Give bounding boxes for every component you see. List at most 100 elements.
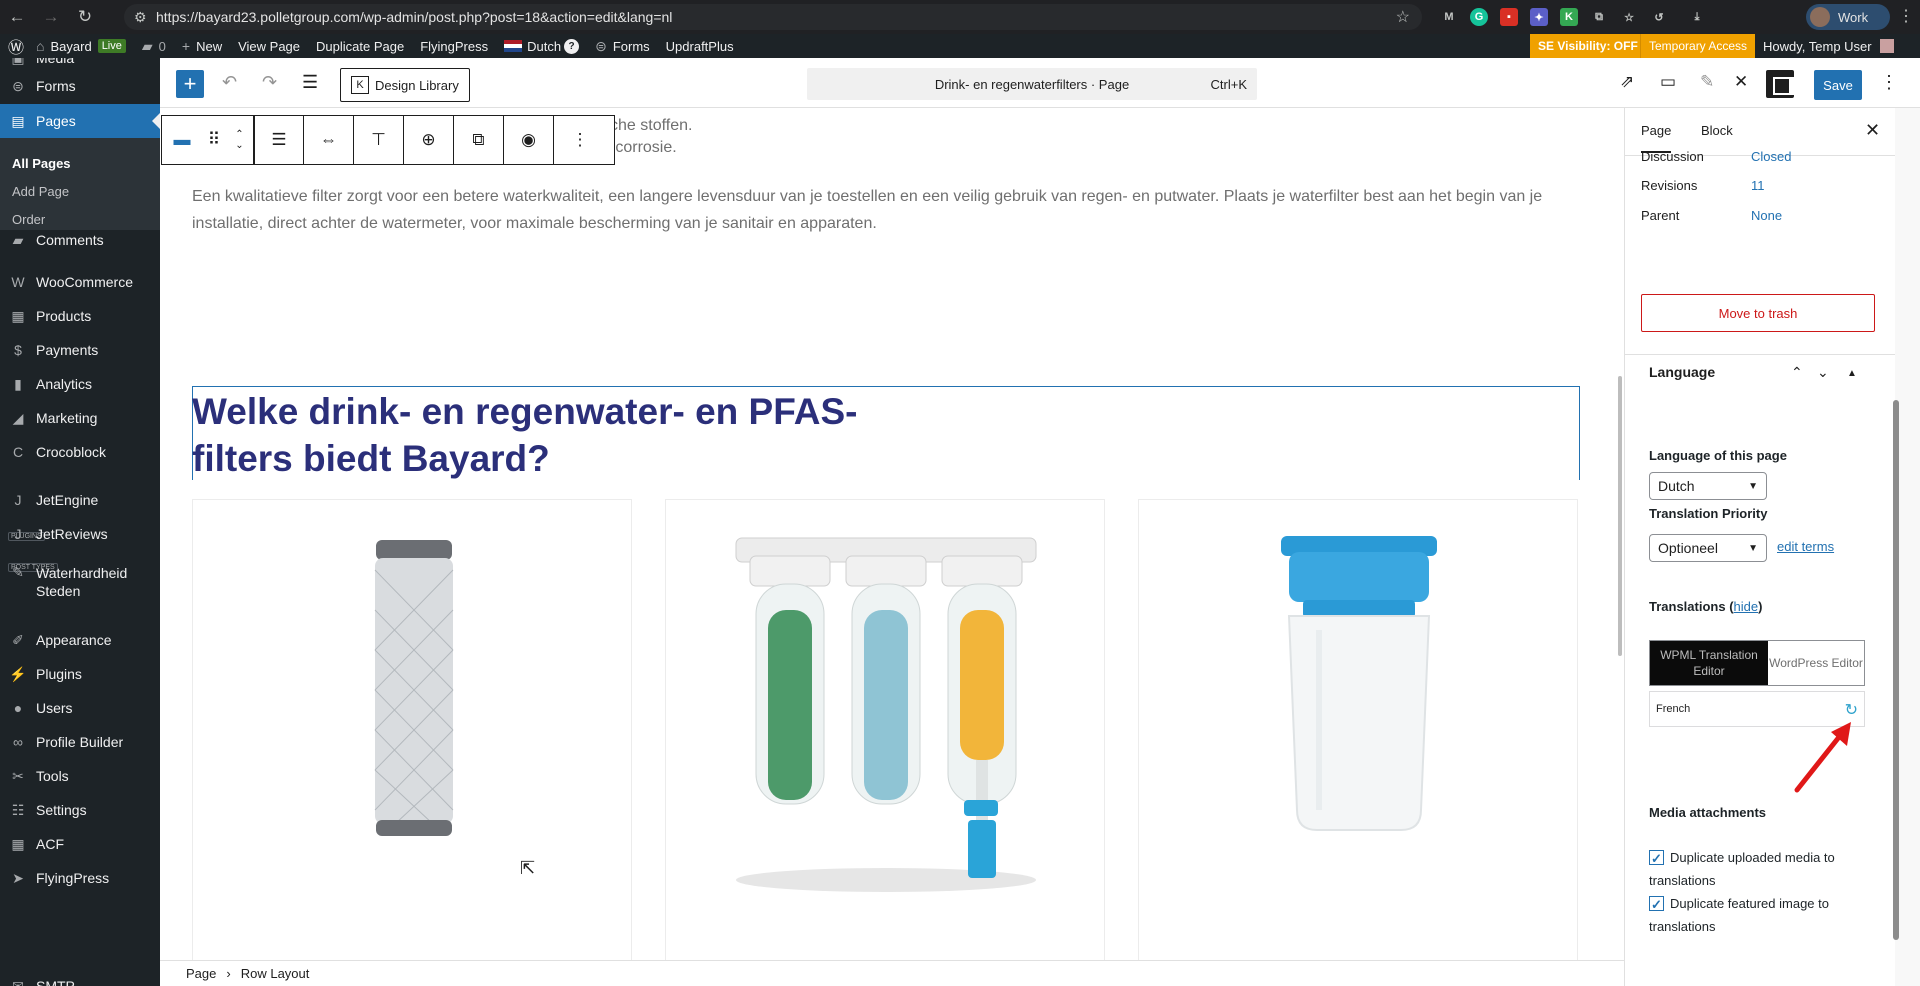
tab-block[interactable]: Block <box>1701 123 1733 138</box>
sidebar-item-payments[interactable]: $ Payments <box>0 336 160 364</box>
language-panel-title[interactable]: Language <box>1649 364 1715 380</box>
user-account-menu[interactable]: Howdy, Temp User <box>1755 34 1894 58</box>
priority-select[interactable]: Optioneel ▼ <box>1649 534 1767 562</box>
align-icon[interactable]: ☰ <box>254 116 304 164</box>
refresh-icon[interactable]: ↻ <box>1845 700 1858 720</box>
profile-button[interactable]: Work <box>1806 4 1890 30</box>
duplicate-media-checkbox[interactable] <box>1649 847 1664 870</box>
extension-red-icon[interactable]: ▪ <box>1500 8 1518 26</box>
duplicate-media-option[interactable]: Duplicate uploaded media to translations <box>1649 846 1879 892</box>
sidebar-item-analytics[interactable]: ▮ Analytics <box>0 370 160 398</box>
star-list-icon[interactable]: ☆ <box>1620 8 1638 26</box>
history-icon[interactable]: ↺ <box>1650 8 1668 26</box>
redo-icon[interactable]: ↷ <box>262 72 277 93</box>
site-info-icon[interactable]: ⚙ <box>134 9 147 26</box>
width-icon[interactable]: ⇔ <box>304 116 354 164</box>
flyingpress-link[interactable]: FlyingPress <box>420 34 488 58</box>
forms-link[interactable]: ⊜ Forms <box>595 34 650 58</box>
comments-link[interactable]: ▰ 0 <box>142 34 166 58</box>
extension-k-icon[interactable]: K <box>1560 8 1578 26</box>
submenu-all-pages[interactable]: All Pages <box>12 156 71 171</box>
sidebar-item-crocoblock[interactable]: C Crocoblock <box>0 438 160 466</box>
submenu-order[interactable]: Order <box>12 212 45 227</box>
temporary-access-link[interactable]: Temporary Access <box>1640 34 1756 58</box>
product-card[interactable] <box>665 499 1105 960</box>
move-down-icon[interactable]: ⌄ <box>1817 364 1829 381</box>
drag-handle-icon[interactable]: ⠿ <box>202 116 226 164</box>
sidebar-item-forms[interactable]: ⊜ Forms <box>0 72 160 100</box>
download-icon[interactable]: ⤓ <box>1688 8 1706 26</box>
grammarly-icon[interactable]: G <box>1470 8 1488 26</box>
wpml-editor-button[interactable]: WPML Translation Editor <box>1650 641 1768 685</box>
sidebar-item-smtp[interactable]: ✉ SMTP <box>0 972 160 986</box>
discussion-value[interactable]: Closed <box>1751 149 1791 164</box>
language-switcher[interactable]: Dutch ? <box>504 34 580 58</box>
visibility-icon[interactable]: ◉ <box>504 116 554 164</box>
updraft-link[interactable]: UpdraftPlus <box>666 34 734 58</box>
bookmark-star-icon[interactable]: ☆ <box>1396 7 1410 27</box>
duplicate-featured-option[interactable]: Duplicate featured image to translations <box>1649 892 1879 938</box>
sidebar-item-products[interactable]: ▦ Products <box>0 302 160 330</box>
paragraph-text[interactable]: Een kwalitatieve filter zorgt voor een b… <box>192 183 1587 237</box>
sidebar-item-flyingpress[interactable]: ➤ FlyingPress <box>0 864 160 892</box>
view-page-link[interactable]: View Page <box>238 34 300 58</box>
forward-icon[interactable]: → <box>34 0 68 34</box>
browser-menu-icon[interactable]: ⋮ <box>1898 6 1914 26</box>
back-icon[interactable]: ← <box>0 0 34 34</box>
sidebar-item-jetengine[interactable]: J JetEngine <box>0 486 160 514</box>
canvas-scroll-thumb[interactable] <box>1618 376 1622 656</box>
puzzle-icon[interactable]: ⧉ <box>1590 8 1608 26</box>
sidebar-item-comments[interactable]: ▰ Comments <box>0 226 160 254</box>
breadcrumb-page[interactable]: Page <box>186 966 216 981</box>
extension-gear-icon[interactable]: ✦ <box>1530 8 1548 26</box>
sidebar-item-pages[interactable]: ▤ Pages <box>0 104 160 138</box>
document-overview-icon[interactable]: ☰ <box>302 72 318 93</box>
tools-icon[interactable]: ✕ <box>1734 72 1748 92</box>
undo-icon[interactable]: ↶ <box>222 72 237 93</box>
language-select[interactable]: Dutch ▼ <box>1649 472 1767 500</box>
wp-logo-icon[interactable]: Ⓦ <box>8 34 24 58</box>
move-up-down-icon[interactable]: ⌃ ⌄ <box>226 116 254 164</box>
sidebar-item-jetreviews[interactable]: J JetReviews <box>0 520 160 548</box>
duplicate-featured-checkbox[interactable] <box>1649 893 1664 916</box>
command-palette-bar[interactable]: Drink- en regenwaterfilters · Page Ctrl+… <box>807 68 1257 100</box>
layout-icon[interactable]: ⧉ <box>454 116 504 164</box>
sidebar-item-media[interactable]: ▣ Media <box>0 58 160 66</box>
collapse-icon[interactable]: ▲ <box>1847 368 1857 379</box>
section-heading[interactable]: Welke drink- en regenwater- en PFAS-filt… <box>192 388 952 482</box>
block-type-icon[interactable]: ▬ <box>162 116 202 164</box>
reload-icon[interactable]: ↻ <box>68 0 102 34</box>
external-link-icon[interactable]: ⇗ <box>1620 72 1634 92</box>
parent-value[interactable]: None <box>1751 208 1782 223</box>
sidebar-item-plugins[interactable]: ⚡ Plugins <box>0 660 160 688</box>
sidebar-item-acf[interactable]: ▦ ACF <box>0 830 160 858</box>
vertical-align-icon[interactable]: ⊤ <box>354 116 404 164</box>
add-block-button[interactable]: + <box>176 70 204 98</box>
close-icon[interactable]: ✕ <box>1865 120 1880 141</box>
new-content-link[interactable]: + New <box>182 34 222 58</box>
site-name-link[interactable]: ⌂ Bayard Live <box>36 34 126 58</box>
sidebar-item-woocommerce[interactable]: W WooCommerce <box>0 268 160 296</box>
wordpress-editor-button[interactable]: WordPress Editor <box>1768 641 1864 685</box>
move-up-icon[interactable]: ⌃ <box>1791 364 1803 381</box>
settings-toggle-button[interactable] <box>1766 70 1795 98</box>
hide-link[interactable]: hide <box>1734 599 1759 614</box>
sidebar-item-marketing[interactable]: ◢ Marketing <box>0 404 160 432</box>
device-preview-icon[interactable]: ▭ <box>1660 72 1676 92</box>
sidebar-item-profile-builder[interactable]: ∞ Profile Builder <box>0 728 160 756</box>
save-button[interactable]: Save <box>1814 70 1862 100</box>
address-bar[interactable]: ⚙ https://bayard23.polletgroup.com/wp-ad… <box>124 4 1422 30</box>
sidebar-item-appearance[interactable]: ✐ Appearance <box>0 626 160 654</box>
extension-m-icon[interactable]: M <box>1440 8 1458 26</box>
product-card[interactable] <box>192 499 632 960</box>
sidebar-item-tools[interactable]: ✂ Tools <box>0 762 160 790</box>
submenu-add-page[interactable]: Add Page <box>12 184 69 199</box>
add-icon[interactable]: ⊕ <box>404 116 454 164</box>
se-visibility-badge[interactable]: SE Visibility: OFF <box>1530 34 1646 58</box>
design-library-button[interactable]: K Design Library <box>340 68 470 102</box>
revisions-value[interactable]: 11 <box>1751 178 1765 193</box>
breadcrumb-row-layout[interactable]: Row Layout <box>241 966 310 981</box>
more-options-icon[interactable]: ⋮ <box>1880 72 1898 93</box>
block-options-icon[interactable]: ⋮ <box>554 116 606 164</box>
sidebar-item-users[interactable]: ● Users <box>0 694 160 722</box>
